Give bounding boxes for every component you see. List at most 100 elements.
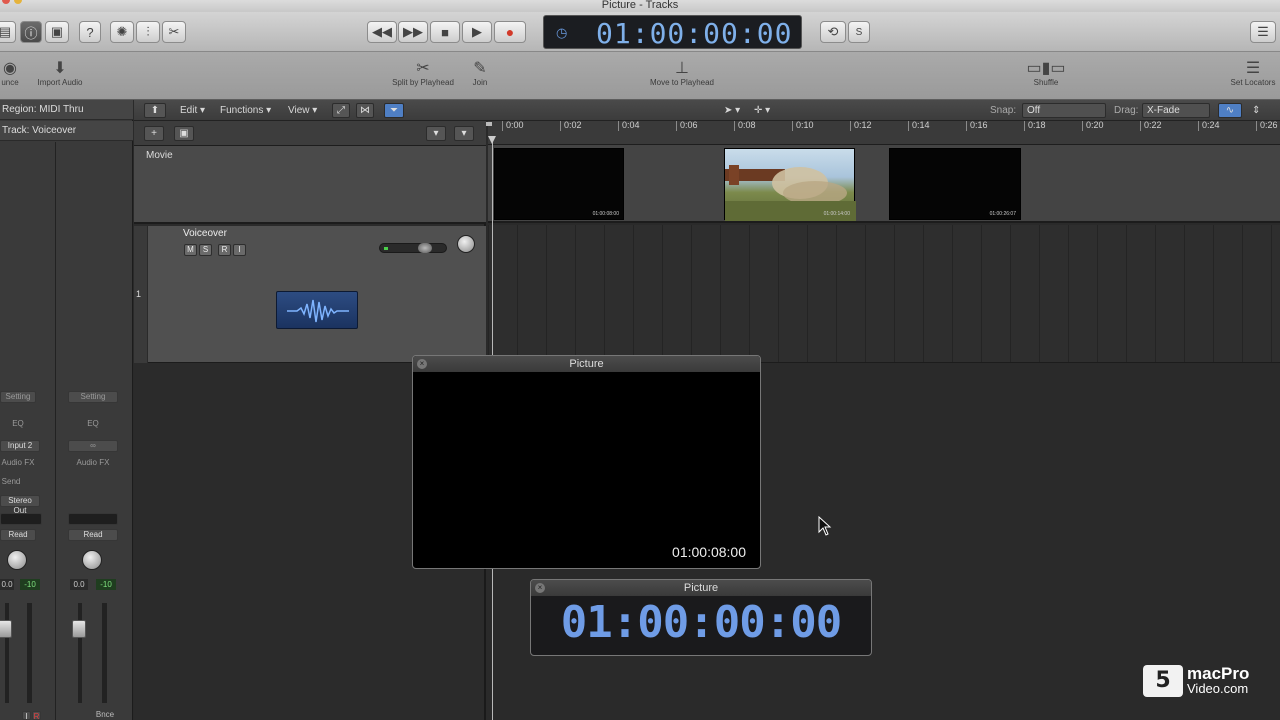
strip2-audio-fx[interactable]: Audio FX	[68, 458, 118, 470]
split-label: Split by Playhead	[392, 78, 454, 87]
movie-window[interactable]: × Picture 01:00:08:00	[412, 355, 761, 569]
join-tool[interactable]: ✎ Join	[466, 60, 494, 87]
control-bar: ▤ ⓘ ▣ ? ✺ ⫶ ✂ ◀◀ ▶▶ ■ ▶ ● ◷ 01:00:00:00 …	[0, 12, 1280, 52]
strip1-audio-fx[interactable]: Audio FX	[0, 458, 36, 470]
ruler-tick: 0:24	[1198, 121, 1220, 131]
movie-window-titlebar[interactable]: × Picture	[413, 356, 760, 372]
split-by-playhead-tool[interactable]: ✂ Split by Playhead	[390, 60, 456, 87]
movie-thumbnail-2[interactable]: 01:00:14:00	[724, 148, 856, 221]
pointer-tool-menu[interactable]: ➤ ▾	[724, 103, 740, 118]
input-monitor-button[interactable]: I	[233, 244, 246, 256]
header-menu-1[interactable]: ▾	[426, 126, 446, 141]
secondary-tool-menu[interactable]: ✛ ▾	[754, 103, 770, 118]
crosshair-icon: ✛	[754, 105, 763, 116]
giant-timecode-window[interactable]: × Picture 01:00:00:00	[530, 579, 872, 656]
waveform-zoom-button[interactable]: ∿	[1218, 103, 1242, 118]
strip2-automation-button[interactable]: Read	[68, 529, 118, 541]
strip1-input-monitor-button[interactable]: I	[22, 711, 31, 720]
movie-track-lane[interactable]: 01:00:08:00 01:00:14:00 01:00:26:07	[488, 145, 1280, 223]
strip1-send[interactable]: Send	[0, 477, 22, 489]
media-browser-button[interactable]: ▣	[45, 21, 69, 43]
solo-track-button[interactable]: S	[199, 244, 212, 256]
add-track-button[interactable]: +	[144, 126, 164, 141]
strip1-fader-track	[5, 603, 9, 703]
library-button[interactable]: ▤	[0, 21, 16, 43]
shuffle-tool[interactable]: ▭▮▭ Shuffle	[1018, 60, 1074, 87]
functions-menu-label: Functions	[220, 105, 264, 116]
help-button[interactable]: ?	[79, 21, 101, 43]
strip1-pan-knob[interactable]	[7, 550, 27, 570]
functions-menu[interactable]: Functions ▾	[220, 103, 271, 118]
record-arm-button[interactable]: R	[218, 244, 231, 256]
ruler-tick: 0:00	[502, 121, 524, 131]
bounce-label: unce	[1, 78, 19, 87]
lcd-display[interactable]: ◷ 01:00:00:00	[543, 15, 802, 50]
rewind-button[interactable]: ◀◀	[367, 21, 397, 43]
strip2-link-button[interactable]: ∞	[68, 440, 118, 452]
strip1-record-enable-button[interactable]: R	[32, 711, 41, 720]
mouse-pointer-icon	[818, 516, 832, 536]
playhead-triangle-icon[interactable]	[488, 136, 496, 144]
strip2-fader[interactable]	[72, 620, 86, 638]
track-inspector-header[interactable]: Track: Voiceover	[0, 121, 133, 141]
strip1-group-slot[interactable]	[0, 513, 42, 525]
strip2-output-label[interactable]: Bnce	[92, 709, 118, 720]
strip2-group-slot[interactable]	[68, 513, 118, 525]
voiceover-track-lane[interactable]	[488, 225, 1280, 363]
smart-controls-button[interactable]: ✺	[110, 21, 134, 43]
view-menu[interactable]: View ▾	[288, 103, 317, 118]
strip2-eq-button[interactable]: EQ	[68, 419, 118, 431]
movie-window-close-icon[interactable]: ×	[417, 359, 427, 369]
global-tracks-button[interactable]: ▣	[174, 126, 194, 141]
strip2-pan-knob[interactable]	[82, 550, 102, 570]
strip1-output-button[interactable]: Stereo Out	[0, 495, 40, 515]
strip1-input-button[interactable]: Input 2	[0, 440, 40, 452]
play-button[interactable]: ▶	[462, 21, 492, 43]
track-pan-knob[interactable]	[457, 235, 475, 253]
record-button[interactable]: ●	[494, 21, 526, 43]
catch-filter-button[interactable]: ⏷	[384, 103, 404, 118]
edit-menu[interactable]: Edit ▾	[180, 103, 205, 118]
automation-button[interactable]: ⤢	[332, 103, 350, 118]
strip1-fader[interactable]	[0, 620, 12, 638]
track-icon-waveform	[276, 291, 358, 329]
solo-button[interactable]: S	[848, 21, 870, 43]
timecode-window-close-icon[interactable]: ×	[535, 583, 545, 593]
list-editors-button[interactable]: ☰	[1250, 21, 1276, 43]
mixer-button[interactable]: ⫶	[136, 21, 160, 43]
inspector-button[interactable]: ⓘ	[20, 21, 42, 43]
import-audio-tool[interactable]: ⬇ Import Audio	[34, 60, 86, 87]
cycle-button[interactable]: ⟲	[820, 21, 846, 43]
editors-button[interactable]: ✂	[162, 21, 186, 43]
move-to-playhead-tool[interactable]: ⊥ Move to Playhead	[646, 60, 718, 87]
drag-select[interactable]: X-Fade	[1142, 103, 1210, 118]
movie-thumbnail-3[interactable]: 01:00:26:07	[889, 148, 1021, 220]
snap-select[interactable]: Off	[1022, 103, 1106, 118]
mute-button[interactable]: M	[184, 244, 197, 256]
header-menu-icon: ▾	[433, 128, 439, 139]
strip2-setting-button[interactable]: Setting	[68, 391, 118, 403]
catch-button[interactable]: ⬆	[144, 103, 166, 118]
strip1-automation-button[interactable]: Read	[0, 529, 36, 541]
flex-button[interactable]: ⋈	[356, 103, 374, 118]
strip1-eq-button[interactable]: EQ	[0, 419, 36, 431]
set-locators-tool[interactable]: ☰ Set Locators	[1226, 60, 1280, 87]
app-window: Picture - Tracks ▤ ⓘ ▣ ? ✺ ⫶ ✂ ◀◀ ▶▶ ■ ▶…	[0, 0, 1280, 720]
movie-track-header[interactable]: Movie	[134, 146, 486, 224]
timecode-window-titlebar[interactable]: × Picture	[531, 580, 871, 596]
header-menu-2[interactable]: ▾	[454, 126, 474, 141]
zoom-control[interactable]: ⇕	[1252, 103, 1260, 118]
ruler-tick: 0:04	[618, 121, 640, 131]
stop-button[interactable]: ■	[430, 21, 460, 43]
bounce-tool[interactable]: ◉ unce	[0, 60, 22, 87]
strip1-setting-button[interactable]: Setting	[0, 391, 36, 403]
movie-thumbnail-1[interactable]: 01:00:08:00	[494, 148, 624, 220]
timeline-ruler[interactable]: 0:00 0:02 0:04 0:06 0:08 0:10 0:12 0:14 0:16 0:18…	[486, 121, 1280, 145]
region-inspector-header[interactable]: Region: MIDI Thru	[0, 100, 133, 120]
fast-forward-button[interactable]: ▶▶	[398, 21, 428, 43]
library-icon: ▤	[0, 24, 12, 39]
volume-slider-thumb[interactable]	[418, 243, 432, 253]
voiceover-track-header[interactable]: 1 Voiceover M S R I	[134, 226, 486, 363]
track-volume-slider[interactable]	[379, 243, 447, 253]
timecode-window-title: Picture	[683, 582, 719, 594]
